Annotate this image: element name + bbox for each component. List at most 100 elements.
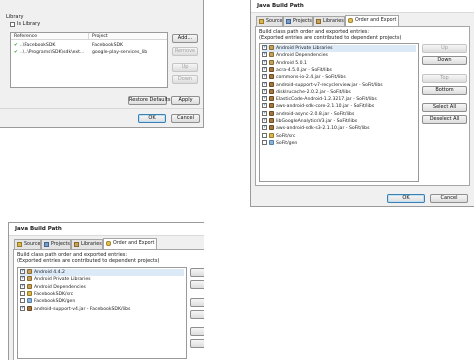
apply-button[interactable]: Apply <box>171 96 200 105</box>
export-checkbox[interactable] <box>20 290 25 296</box>
add-button[interactable]: Add... <box>172 34 198 43</box>
cancel-button[interactable]: Cancel <box>430 194 468 203</box>
list-item[interactable]: Android Private Libraries <box>262 44 416 52</box>
export-checkbox[interactable] <box>262 59 267 66</box>
side-button[interactable] <box>190 268 204 277</box>
export-checkbox[interactable] <box>262 44 267 51</box>
project-cell: google-play-services_lib <box>92 50 148 55</box>
export-checkbox[interactable] <box>262 132 267 138</box>
up-button[interactable]: Up <box>172 63 198 72</box>
down-button[interactable]: Down <box>172 75 198 84</box>
build-path-entry-list[interactable]: Android Private Libraries Android Depende… <box>259 43 419 182</box>
list-item[interactable]: aws-android-sdk-core-2.1.10.jar - SoFit/… <box>262 102 416 110</box>
list-item[interactable]: Android Dependencies <box>262 51 416 59</box>
side-button[interactable] <box>190 310 204 319</box>
down-button[interactable]: Down <box>422 56 467 65</box>
export-checkbox[interactable] <box>262 117 267 124</box>
export-checkbox[interactable] <box>262 139 267 145</box>
list-item[interactable]: Android Dependencies <box>20 283 184 291</box>
library-icon <box>74 242 79 247</box>
export-checkbox[interactable] <box>262 81 267 88</box>
list-item[interactable]: SoFit/src <box>262 132 416 140</box>
side-button[interactable] <box>190 327 204 336</box>
side-button[interactable] <box>190 339 204 348</box>
export-checkbox[interactable] <box>20 298 25 304</box>
project-column-header[interactable]: Project <box>89 33 167 40</box>
entry-label: aws-android-sdk-s3-2.1.10.jar - SoFit/li… <box>276 126 370 132</box>
cancel-button[interactable]: Cancel <box>171 114 200 123</box>
list-item[interactable]: android-async-2.0.8.jar - SoFit/libs <box>262 110 416 118</box>
side-button[interactable] <box>190 280 204 289</box>
tab-order-and-export[interactable]: Order and Export <box>103 238 157 249</box>
list-item[interactable]: libGoogleAnalyticsV3.jar - SoFit/libs <box>262 117 416 125</box>
export-checkbox[interactable] <box>262 73 267 80</box>
tab-content-panel: Build class path order and exported entr… <box>255 26 470 186</box>
check-icon: ✔ <box>14 43 18 48</box>
is-library-checkbox[interactable] <box>10 22 15 27</box>
export-checkbox[interactable] <box>20 283 25 290</box>
export-checkbox[interactable] <box>262 110 267 117</box>
table-row[interactable]: ✔ ..\..\Programs\SDK\sdk\ext... google-pl… <box>11 49 167 56</box>
list-item[interactable]: disklrucache-2.0.2.jar - SoFit/libs <box>262 88 416 96</box>
export-checkbox[interactable] <box>262 95 267 102</box>
java-build-path-window-sofit: Java Build Path Source Projects Librarie… <box>250 0 474 207</box>
jar-icon <box>269 103 274 109</box>
export-checkbox[interactable] <box>20 268 25 275</box>
list-item[interactable]: acra-4.5.0.jar - SoFit/libs <box>262 66 416 74</box>
export-checkbox[interactable] <box>20 305 25 312</box>
dialog-header: Java Build Path <box>251 0 474 13</box>
list-item[interactable]: SoFit/gen <box>262 139 416 147</box>
tab-source[interactable]: Source <box>256 16 283 26</box>
deselect-all-button[interactable]: Deselect All <box>422 115 467 124</box>
tab-projects[interactable]: Projects <box>283 16 313 26</box>
entry-label: android-async-2.0.8.jar - SoFit/libs <box>276 111 355 117</box>
tab-libraries[interactable]: Libraries <box>313 16 345 26</box>
tab-libraries[interactable]: Libraries <box>71 239 103 249</box>
entry-label: ElasticCode-Android-1.2.3217.jar - SoFit… <box>276 97 377 103</box>
up-button[interactable]: Up <box>422 44 467 53</box>
ok-button[interactable]: OK <box>387 194 425 203</box>
side-button[interactable] <box>190 298 204 307</box>
list-item[interactable]: Android Private Libraries <box>20 275 184 283</box>
entry-label: acra-4.5.0.jar - SoFit/libs <box>276 67 332 73</box>
select-all-button[interactable]: Select All <box>422 103 467 112</box>
list-item[interactable]: aws-android-sdk-s3-2.1.10.jar - SoFit/li… <box>262 124 416 132</box>
export-checkbox[interactable] <box>262 66 267 73</box>
list-item[interactable]: ElasticCode-Android-1.2.3217.jar - SoFit… <box>262 95 416 103</box>
bottom-button[interactable]: Bottom <box>422 86 467 95</box>
reference-text: ..\..\Programs\SDK\sdk\ext... <box>19 50 85 55</box>
remove-button[interactable]: Remove <box>172 47 198 56</box>
export-checkbox[interactable] <box>262 102 267 109</box>
jar-icon <box>269 125 274 131</box>
library-reference-table[interactable]: Reference Project ✔ ..\FacebookSDK Facebo… <box>10 32 168 88</box>
list-item[interactable]: Android 4.4.2 <box>20 268 184 276</box>
tab-projects[interactable]: Projects <box>41 239 71 249</box>
list-item[interactable]: FacebookSDK/src <box>20 290 184 298</box>
top-button[interactable]: Top <box>422 74 467 83</box>
list-item[interactable]: android-support-v7-recyclerview.jar - So… <box>262 81 416 89</box>
export-checkbox[interactable] <box>262 124 267 131</box>
tab-order-and-export[interactable]: Order and Export <box>345 15 399 26</box>
tab-label: Source <box>266 19 283 24</box>
reference-text: ..\FacebookSDK <box>19 43 56 48</box>
export-checkbox[interactable] <box>262 51 267 58</box>
library-icon <box>269 52 274 58</box>
list-item[interactable]: commons-io-2.4.jar - SoFit/libs <box>262 73 416 81</box>
list-item[interactable]: Android 5.0.1 <box>262 59 416 67</box>
list-item[interactable]: FacebookSDK/gen <box>20 298 184 305</box>
tab-label: Order and Export <box>113 241 155 246</box>
tab-label: Source <box>24 242 41 247</box>
export-checkbox[interactable] <box>20 275 25 282</box>
build-path-entry-list[interactable]: Android 4.4.2 Android Private LibrariesAn… <box>17 267 187 359</box>
page-title: Java Build Path <box>15 226 62 232</box>
jar-icon <box>269 96 274 102</box>
table-row[interactable]: ✔ ..\FacebookSDK FacebookSDK <box>11 42 167 49</box>
ok-button[interactable]: OK <box>138 114 166 123</box>
reference-column-header[interactable]: Reference <box>11 33 89 40</box>
entry-label: FacebookSDK/gen <box>34 299 76 305</box>
library-label: Library <box>6 14 24 20</box>
restore-defaults-button[interactable]: Restore Defaults <box>128 96 170 105</box>
export-checkbox[interactable] <box>262 88 267 95</box>
tab-source[interactable]: Source <box>14 239 41 249</box>
list-item[interactable]: android-support-v4.jar - FacebookSDK/lib… <box>20 305 184 313</box>
